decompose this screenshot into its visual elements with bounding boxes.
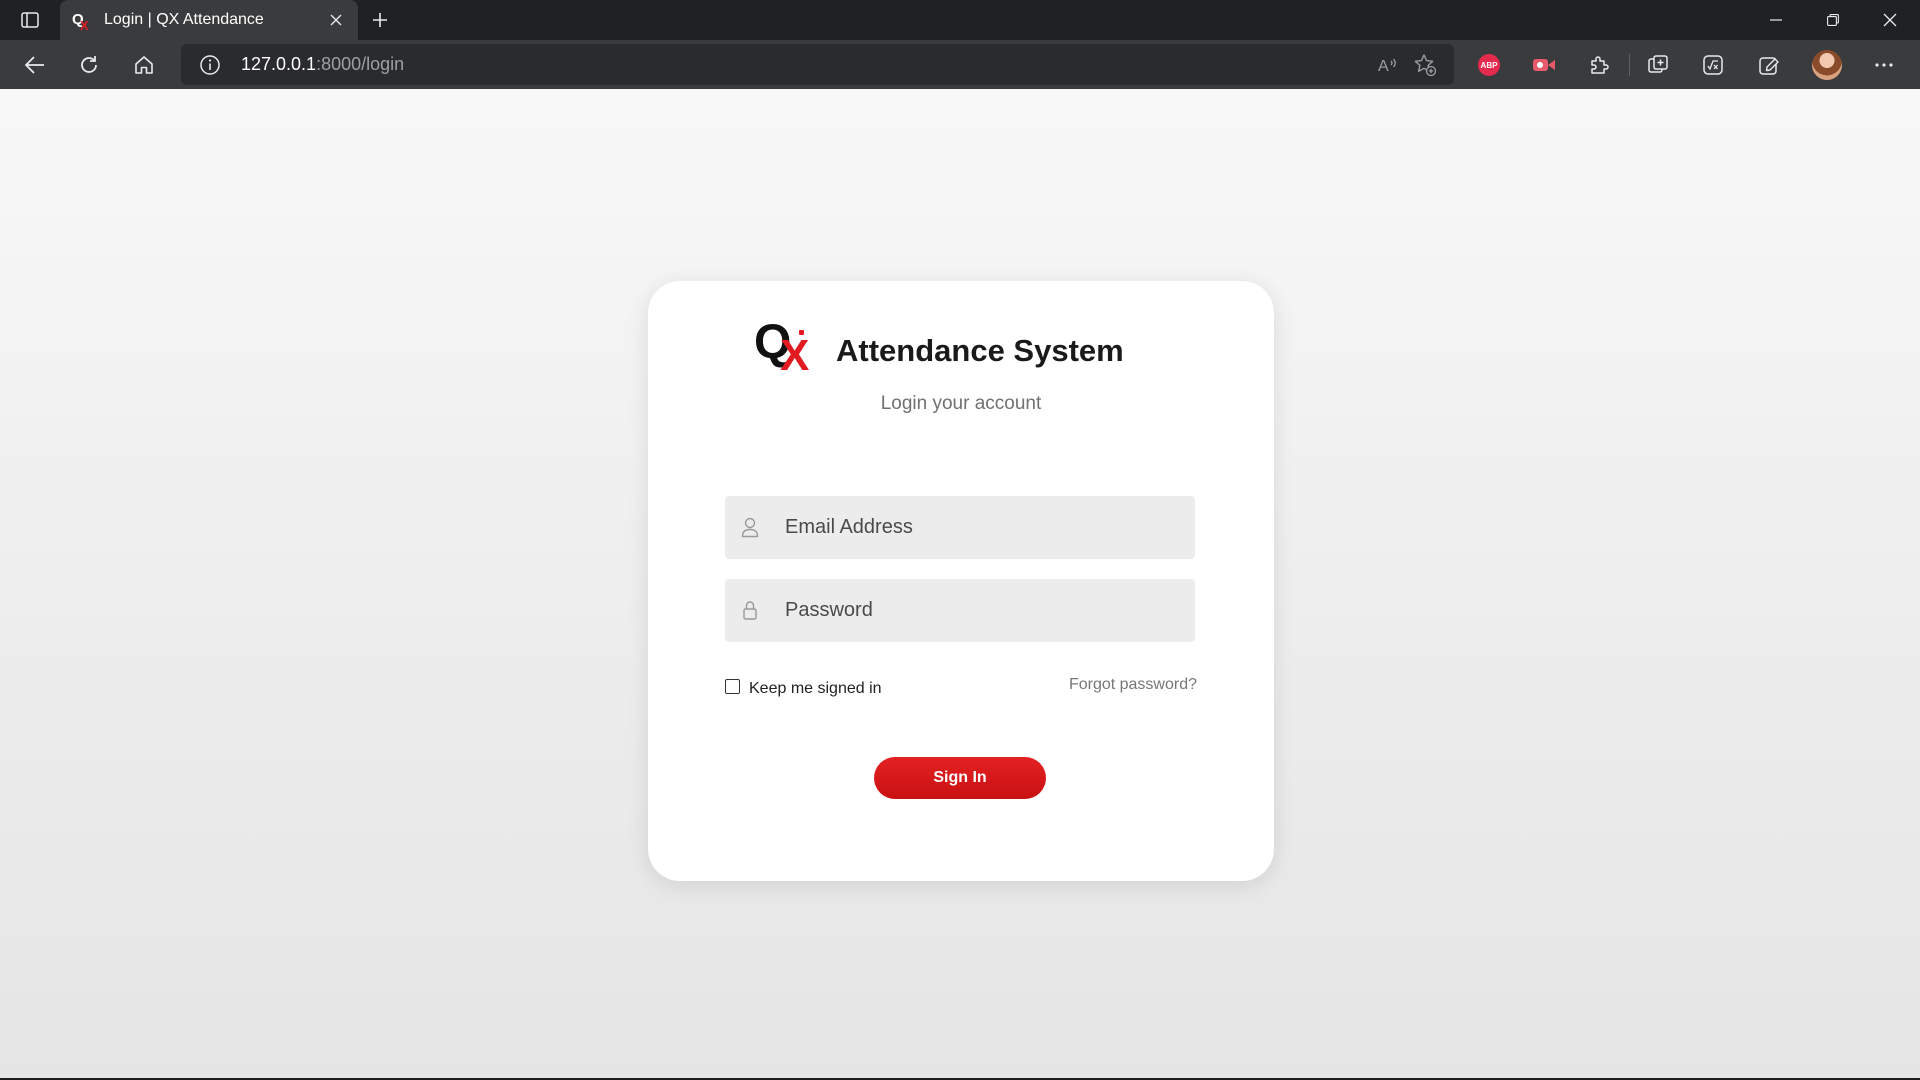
forgot-password-link[interactable]: Forgot password? bbox=[1069, 676, 1197, 694]
adblock-plus-icon[interactable]: ABP bbox=[1472, 48, 1506, 82]
tab-close-icon[interactable] bbox=[326, 10, 346, 30]
browser-toolbar: 127.0.0.1:8000/login A ABP bbox=[0, 40, 1920, 89]
remember-label[interactable]: Keep me signed in bbox=[749, 680, 882, 698]
svg-text:A: A bbox=[1378, 58, 1389, 75]
reload-icon[interactable] bbox=[72, 48, 106, 82]
add-favorite-icon[interactable] bbox=[1412, 52, 1438, 78]
qx-logo: Q X bbox=[754, 316, 820, 380]
profile-avatar[interactable] bbox=[1812, 50, 1842, 80]
home-icon[interactable] bbox=[127, 48, 161, 82]
sign-in-button[interactable]: Sign In bbox=[874, 757, 1046, 799]
qx-favicon-icon: QX bbox=[72, 9, 94, 33]
new-tab-icon[interactable] bbox=[368, 8, 392, 32]
remember-me[interactable]: Keep me signed in bbox=[725, 677, 882, 698]
extensions-puzzle-icon[interactable] bbox=[1582, 48, 1616, 82]
math-solver-icon[interactable] bbox=[1696, 48, 1730, 82]
tab-title: Login | QX Attendance bbox=[104, 11, 264, 28]
browser-tab[interactable]: QX Login | QX Attendance bbox=[60, 0, 358, 40]
lock-icon bbox=[739, 598, 761, 622]
email-field[interactable] bbox=[725, 496, 1195, 559]
collections-icon[interactable] bbox=[1752, 48, 1786, 82]
page-subtitle: Login your account bbox=[880, 393, 1042, 414]
site-info-icon[interactable] bbox=[199, 54, 221, 76]
browser-tab-bar: QX Login | QX Attendance bbox=[0, 0, 1920, 40]
remember-checkbox[interactable] bbox=[725, 678, 740, 694]
svg-text:X: X bbox=[80, 18, 89, 31]
logo-letter-x: X bbox=[780, 331, 810, 380]
password-input[interactable] bbox=[785, 579, 1185, 642]
url-host: 127.0.0.1 bbox=[241, 54, 317, 74]
page-background: Q X Attendance System Login your account… bbox=[0, 89, 1920, 1080]
video-extension-icon[interactable] bbox=[1527, 48, 1561, 82]
password-field[interactable] bbox=[725, 579, 1195, 642]
page-title: Attendance System bbox=[836, 333, 1124, 368]
url-text[interactable]: 127.0.0.1:8000/login bbox=[241, 54, 404, 75]
more-options-icon[interactable] bbox=[1867, 48, 1901, 82]
close-window-icon[interactable] bbox=[1862, 0, 1918, 40]
restore-icon[interactable] bbox=[1805, 0, 1861, 40]
tab-actions-icon[interactable] bbox=[14, 8, 46, 32]
adblock-plus-label: ABP bbox=[1478, 54, 1500, 76]
logo-dot bbox=[799, 330, 804, 335]
email-input[interactable] bbox=[785, 496, 1185, 559]
url-path: :8000/login bbox=[316, 54, 405, 74]
login-card: Q X Attendance System Login your account… bbox=[648, 281, 1274, 881]
user-icon bbox=[739, 515, 761, 539]
read-aloud-icon[interactable]: A bbox=[1375, 52, 1401, 78]
address-bar[interactable]: 127.0.0.1:8000/login A bbox=[181, 44, 1454, 85]
split-screen-icon[interactable] bbox=[1641, 48, 1675, 82]
back-arrow-icon[interactable] bbox=[18, 48, 52, 82]
minimize-icon[interactable] bbox=[1748, 0, 1804, 40]
toolbar-divider bbox=[1629, 54, 1630, 76]
